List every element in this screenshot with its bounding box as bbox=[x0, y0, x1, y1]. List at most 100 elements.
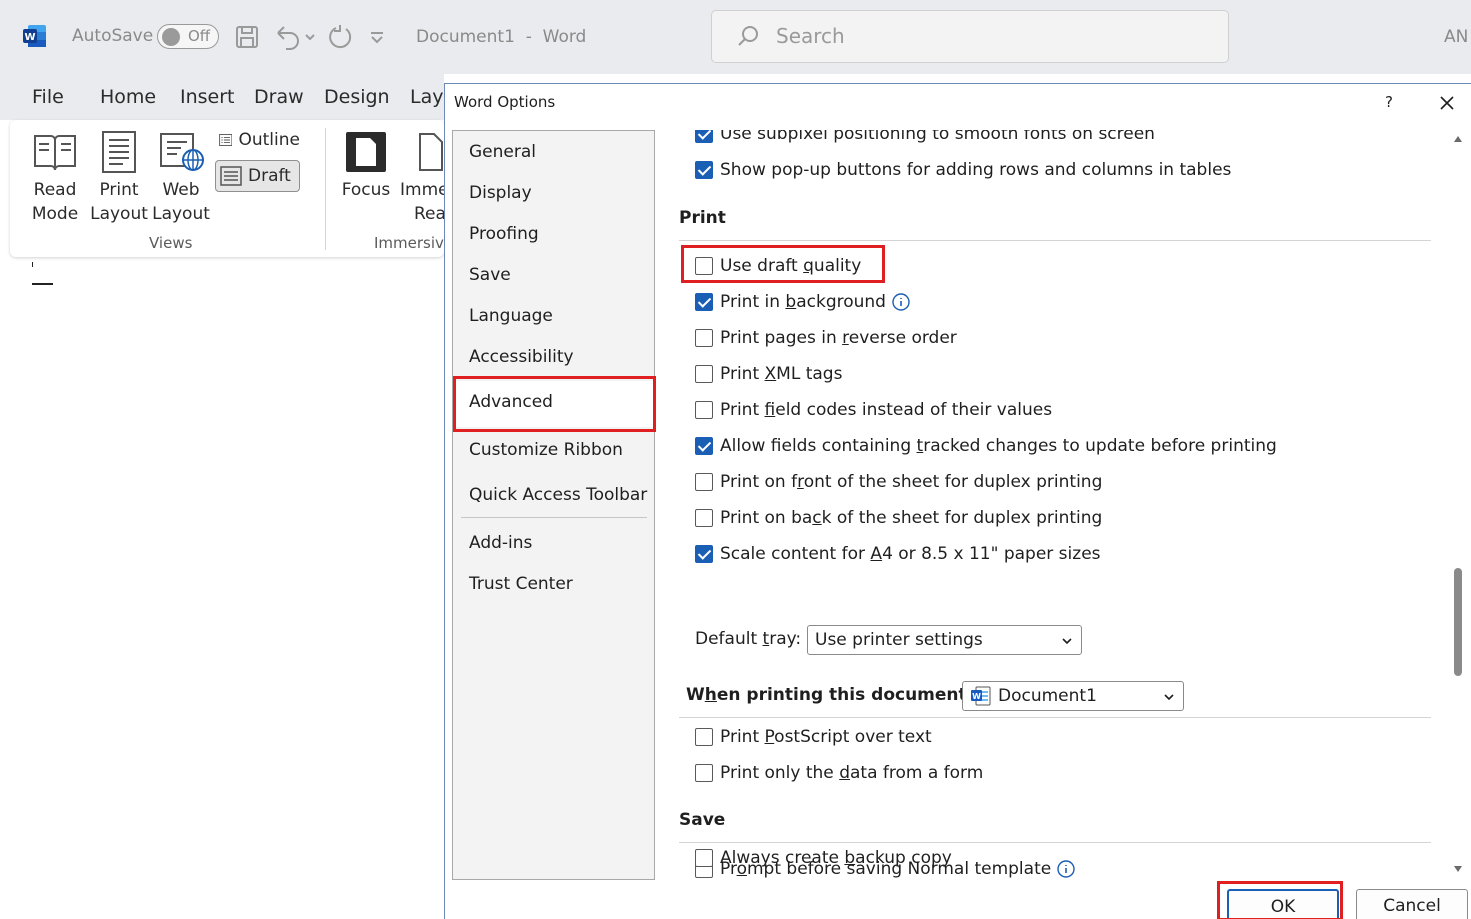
close-icon[interactable] bbox=[1435, 91, 1459, 115]
checkbox[interactable] bbox=[695, 764, 713, 782]
draft-button[interactable]: Draft bbox=[215, 160, 300, 192]
nav-quick-access-toolbar[interactable]: Quick Access Toolbar bbox=[469, 485, 647, 505]
read-mode-label-1: Read bbox=[33, 180, 77, 200]
tab-file[interactable]: File bbox=[32, 86, 64, 108]
access-key: f bbox=[764, 400, 776, 420]
option-print-xml-tags[interactable]: Print XML tags bbox=[695, 363, 842, 385]
nav-save[interactable]: Save bbox=[469, 265, 511, 285]
option-always-create-backup[interactable]: Always create backup copy bbox=[695, 847, 952, 869]
end-of-document-mark bbox=[32, 283, 53, 285]
checkbox[interactable] bbox=[695, 257, 713, 275]
option-print-front-duplex[interactable]: Print on front of the sheet for duplex p… bbox=[695, 471, 1102, 493]
autosave-label: AutoSave bbox=[72, 26, 154, 46]
print-layout-button[interactable]: Print Layout bbox=[88, 130, 150, 226]
svg-text:W: W bbox=[972, 692, 981, 701]
checkbox[interactable] bbox=[695, 329, 713, 347]
default-tray-select[interactable]: Use printer settings bbox=[807, 625, 1082, 655]
ribbon-separator bbox=[325, 128, 326, 250]
checkbox[interactable] bbox=[695, 365, 713, 383]
scroll-up-icon[interactable] bbox=[1453, 134, 1463, 144]
nav-display[interactable]: Display bbox=[469, 183, 532, 203]
tab-design[interactable]: Design bbox=[324, 86, 390, 108]
customize-qat-icon[interactable] bbox=[366, 23, 388, 51]
web-layout-label-1: Web bbox=[162, 180, 200, 200]
immersive-reader-button[interactable]: Imme Rea bbox=[400, 130, 444, 226]
outline-label: Outline bbox=[238, 130, 300, 150]
label-part: Print on f bbox=[720, 472, 798, 492]
checkbox[interactable] bbox=[695, 545, 713, 563]
nav-trust-center[interactable]: Trust Center bbox=[469, 574, 573, 594]
options-content: Use subpixel positioning to smooth fonts… bbox=[675, 130, 1435, 880]
focus-button[interactable]: Focus bbox=[335, 130, 397, 202]
checkbox[interactable] bbox=[695, 849, 713, 867]
redo-icon[interactable] bbox=[326, 23, 354, 51]
nav-advanced[interactable]: Advanced bbox=[469, 392, 553, 412]
web-layout-button[interactable]: Web Layout bbox=[150, 130, 212, 226]
checkbox[interactable] bbox=[695, 161, 713, 179]
label-part: Print pages in bbox=[720, 328, 843, 348]
checkbox[interactable] bbox=[695, 293, 713, 311]
search-icon bbox=[738, 26, 758, 46]
option-label: Print pages in reverse order bbox=[720, 328, 957, 348]
nav-separator bbox=[461, 517, 647, 518]
scroll-thumb[interactable] bbox=[1454, 568, 1462, 676]
ok-button[interactable]: OK bbox=[1227, 889, 1339, 919]
read-mode-button[interactable]: Read Mode bbox=[24, 130, 86, 226]
label-part: Print bbox=[720, 364, 765, 384]
label-part: everse order bbox=[848, 328, 957, 348]
search-box[interactable]: Search bbox=[711, 10, 1229, 63]
option-print-form-data-only[interactable]: Print only the data from a form bbox=[695, 762, 983, 784]
option-use-draft-quality[interactable]: Use draft quality bbox=[695, 255, 861, 277]
option-print-field-codes[interactable]: Print field codes instead of their value… bbox=[695, 399, 1052, 421]
nav-general[interactable]: General bbox=[469, 142, 536, 162]
option-label: Allow fields containing tracked changes … bbox=[720, 436, 1277, 456]
option-print-back-duplex[interactable]: Print on back of the sheet for duplex pr… bbox=[695, 507, 1102, 529]
cancel-button[interactable]: Cancel bbox=[1356, 889, 1468, 919]
option-scale-content-a4[interactable]: Scale content for A4 or 8.5 x 11" paper … bbox=[695, 543, 1101, 565]
info-icon[interactable] bbox=[1057, 860, 1075, 878]
tab-home[interactable]: Home bbox=[100, 86, 156, 108]
checkbox[interactable] bbox=[695, 401, 713, 419]
option-print-reverse-order[interactable]: Print pages in reverse order bbox=[695, 327, 957, 349]
print-layout-label-2: Layout bbox=[90, 204, 148, 224]
content-scrollbar[interactable] bbox=[1450, 130, 1466, 880]
option-allow-tracked-changes-update[interactable]: Allow fields containing tracked changes … bbox=[695, 435, 1277, 457]
checkbox[interactable] bbox=[695, 130, 713, 143]
nav-accessibility[interactable]: Accessibility bbox=[469, 347, 574, 367]
nav-language[interactable]: Language bbox=[469, 306, 553, 326]
label-part: ield codes instead of their values bbox=[775, 400, 1053, 420]
option-print-postscript[interactable]: Print PostScript over text bbox=[695, 726, 932, 748]
dialog-title: Word Options bbox=[454, 93, 556, 111]
label-part: Print only the bbox=[720, 763, 840, 783]
save-icon[interactable] bbox=[233, 23, 261, 51]
info-icon[interactable] bbox=[892, 293, 910, 311]
tab-insert[interactable]: Insert bbox=[180, 86, 235, 108]
nav-customize-ribbon[interactable]: Customize Ribbon bbox=[469, 440, 623, 460]
chevron-down-icon bbox=[1062, 638, 1072, 645]
user-avatar[interactable]: AN bbox=[1444, 27, 1468, 47]
web-layout-icon bbox=[160, 133, 204, 171]
autosave-toggle[interactable]: Off bbox=[157, 24, 219, 49]
access-key: c bbox=[812, 508, 822, 528]
checkbox[interactable] bbox=[695, 473, 713, 491]
when-printing-document-select[interactable]: W Document1 bbox=[962, 681, 1184, 711]
nav-proofing[interactable]: Proofing bbox=[469, 224, 539, 244]
outline-button[interactable]: Outline bbox=[215, 124, 300, 156]
checkbox[interactable] bbox=[695, 509, 713, 527]
tab-draw[interactable]: Draw bbox=[254, 86, 304, 108]
option-popup-buttons-tables[interactable]: Show pop-up buttons for adding rows and … bbox=[695, 159, 1231, 181]
option-subpixel-positioning[interactable]: Use subpixel positioning to smooth fonts… bbox=[695, 130, 1155, 145]
undo-icon[interactable] bbox=[272, 23, 320, 51]
option-print-in-background[interactable]: Print in background bbox=[695, 291, 910, 313]
help-button[interactable]: ? bbox=[1379, 90, 1399, 114]
scroll-down-icon[interactable] bbox=[1453, 864, 1463, 874]
checkbox[interactable] bbox=[695, 728, 713, 746]
nav-add-ins[interactable]: Add-ins bbox=[469, 533, 532, 553]
ribbon-tabs: File Home Insert Draw Design Layo bbox=[0, 74, 455, 120]
label-part: ackup copy bbox=[855, 848, 952, 868]
label-part: ML tags bbox=[776, 364, 843, 384]
checkbox[interactable] bbox=[695, 437, 713, 455]
label-part: ont of the sheet for duplex printing bbox=[803, 472, 1103, 492]
label-part: en printing this document: bbox=[716, 685, 974, 705]
section-divider bbox=[679, 717, 1431, 718]
